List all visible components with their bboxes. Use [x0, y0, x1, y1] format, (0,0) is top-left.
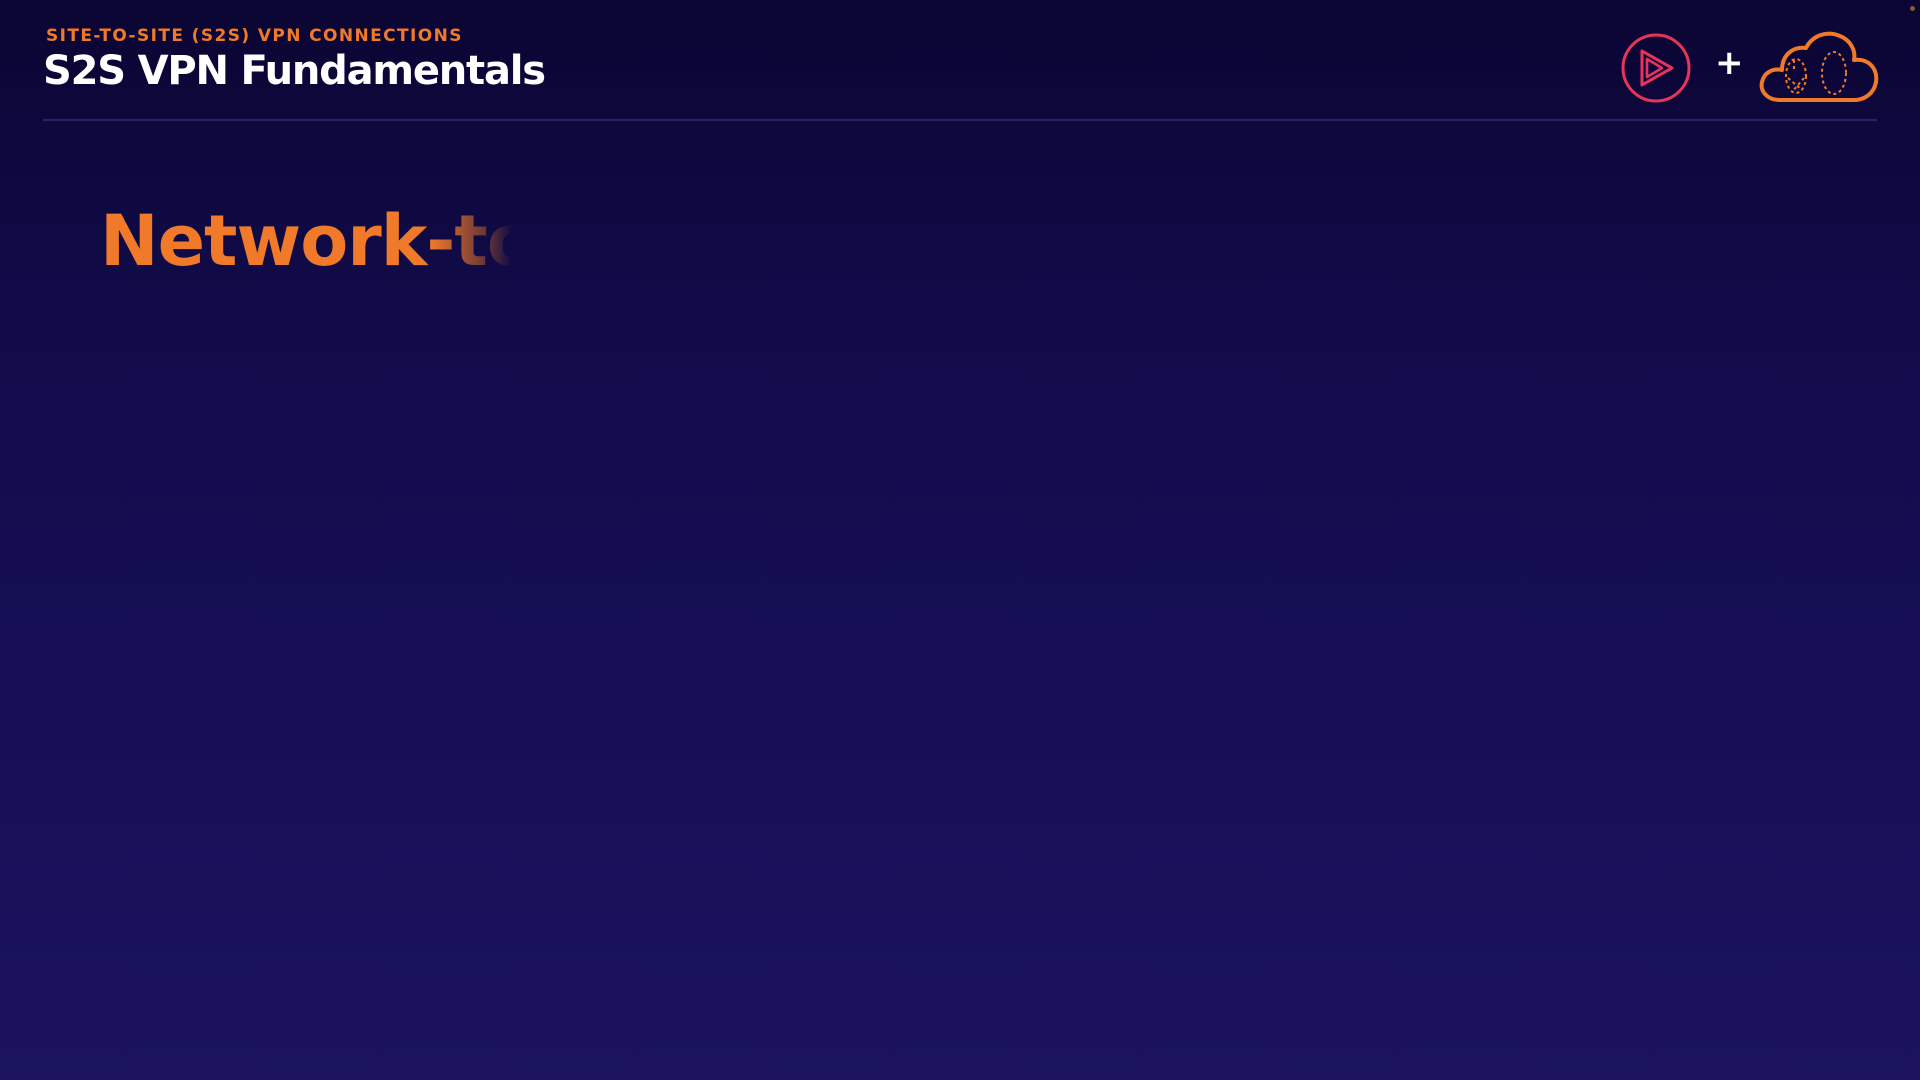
slide-header: SITE-TO-SITE (S2S) VPN CONNECTIONS S2S V… — [43, 24, 1877, 120]
slide-title: S2S VPN Fundamentals — [43, 48, 546, 94]
play-logo-icon — [1621, 33, 1691, 103]
cloud-logo-icon — [1759, 31, 1879, 102]
brand-logos: + — [1620, 28, 1880, 108]
header-divider — [43, 119, 1877, 121]
section-label: SITE-TO-SITE (S2S) VPN CONNECTIONS — [46, 26, 463, 46]
corner-dot — [1910, 6, 1915, 11]
slide-heading: Network-to — [100, 197, 535, 285]
plus-separator: + — [1715, 43, 1744, 83]
